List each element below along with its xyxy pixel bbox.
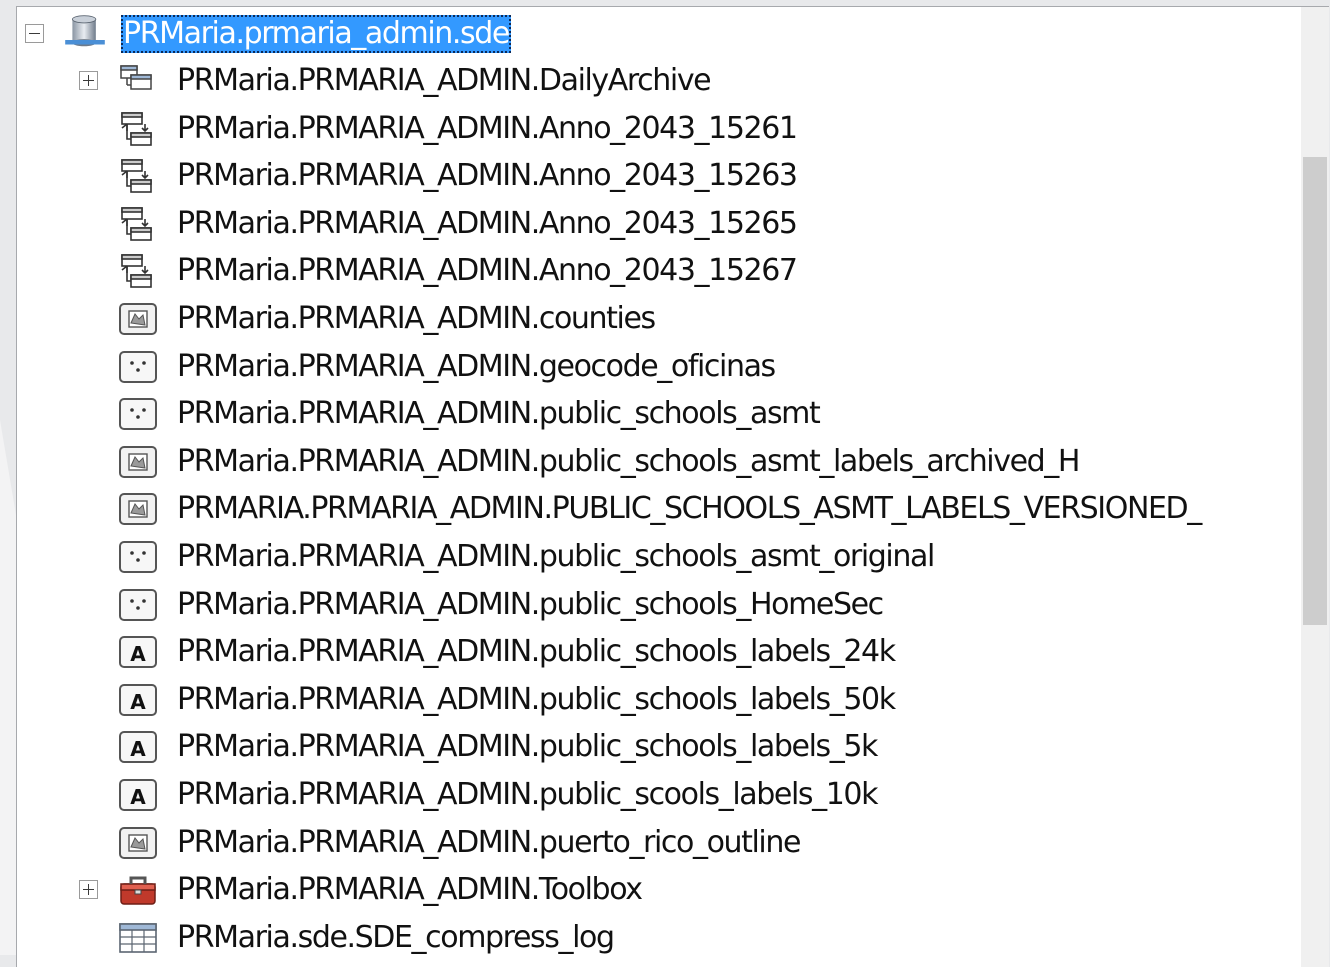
annotation-feature-class-icon: A bbox=[119, 683, 157, 716]
catalog-tree-panel: PRMaria.prmaria_admin.sde PRMaria.PRMARI… bbox=[16, 6, 1329, 967]
tree-item-label[interactable]: PRMaria.PRMARIA_ADMIN.puerto_rico_outlin… bbox=[177, 824, 801, 862]
annotation-feature-class-icon: A bbox=[119, 779, 157, 811]
collapse-button[interactable] bbox=[25, 24, 44, 43]
tree-item-label[interactable]: PRMaria.PRMARIA_ADMIN.Anno_2043_15261 bbox=[177, 110, 798, 148]
tree-item-label[interactable]: PRMaria.PRMARIA_ADMIN.public_schools_lab… bbox=[177, 633, 896, 671]
tree-item-label[interactable]: PRMaria.PRMARIA_ADMIN.counties bbox=[177, 300, 656, 338]
polygon-feature-class-icon bbox=[119, 445, 157, 478]
relationship-class-icon bbox=[121, 111, 152, 146]
polygon-feature-class-icon bbox=[119, 303, 157, 335]
point-feature-class-icon bbox=[119, 350, 157, 383]
tree-item-label[interactable]: PRMaria.PRMARIA_ADMIN.public_schools_asm… bbox=[177, 538, 935, 576]
scrollbar-thumb[interactable] bbox=[1303, 157, 1327, 625]
annotation-feature-class-icon: A bbox=[119, 636, 157, 669]
svg-text:A: A bbox=[130, 642, 146, 666]
tree-item-label[interactable]: PRMaria.PRMARIA_ADMIN.DailyArchive bbox=[177, 62, 712, 100]
relationship-class-icon bbox=[121, 254, 152, 289]
point-feature-class-icon bbox=[119, 588, 157, 621]
vertical-scrollbar[interactable] bbox=[1301, 7, 1329, 967]
tree-item-label[interactable]: PRMARIA.PRMARIA_ADMIN.PUBLIC_SCHOOLS_ASM… bbox=[177, 490, 1202, 528]
polygon-feature-class-icon bbox=[119, 493, 157, 526]
database-connection-icon bbox=[65, 15, 105, 47]
feature-dataset-icon bbox=[120, 65, 152, 90]
tree-item-label[interactable]: PRMaria.PRMARIA_ADMIN.Anno_2043_15267 bbox=[177, 252, 798, 290]
tree-item-label[interactable]: PRMaria.PRMARIA_ADMIN.public_schools_lab… bbox=[177, 681, 896, 719]
expand-button[interactable] bbox=[79, 71, 98, 90]
tree-item-label[interactable]: PRMaria.sde.SDE_compress_log bbox=[177, 919, 615, 957]
relationship-class-icon bbox=[121, 206, 152, 241]
svg-text:A: A bbox=[130, 690, 146, 714]
svg-text:A: A bbox=[130, 737, 146, 761]
point-feature-class-icon bbox=[119, 398, 157, 431]
expand-button[interactable] bbox=[79, 880, 98, 900]
table-icon bbox=[119, 922, 157, 953]
tree-item-label[interactable]: PRMaria.PRMARIA_ADMIN.Toolbox bbox=[177, 871, 643, 909]
tree-item-label[interactable]: PRMaria.PRMARIA_ADMIN.geocode_oficinas bbox=[177, 348, 776, 386]
toolbox-icon bbox=[120, 876, 156, 905]
svg-text:A: A bbox=[130, 785, 146, 809]
annotation-feature-class-icon: A bbox=[119, 731, 157, 764]
root-label[interactable]: PRMaria.prmaria_admin.sde bbox=[121, 15, 511, 53]
tree-item-label[interactable]: PRMaria.PRMARIA_ADMIN.public_schools_asm… bbox=[177, 395, 821, 433]
polygon-feature-class-icon bbox=[119, 826, 157, 859]
tree-item-label[interactable]: PRMaria.PRMARIA_ADMIN.Anno_2043_15263 bbox=[177, 157, 798, 195]
tree-item-label[interactable]: PRMaria.PRMARIA_ADMIN.Anno_2043_15265 bbox=[177, 205, 798, 243]
tree-item-label[interactable]: PRMaria.PRMARIA_ADMIN.public_schools_asm… bbox=[177, 443, 1080, 481]
tree-item-label[interactable]: PRMaria.PRMARIA_ADMIN.public_schools_lab… bbox=[177, 728, 878, 766]
tree-item-label[interactable]: PRMaria.PRMARIA_ADMIN.public_schools_Hom… bbox=[177, 586, 884, 624]
tree-item-label[interactable]: PRMaria.PRMARIA_ADMIN.public_scools_labe… bbox=[177, 776, 878, 814]
relationship-class-icon bbox=[121, 159, 152, 193]
point-feature-class-icon bbox=[119, 541, 157, 573]
